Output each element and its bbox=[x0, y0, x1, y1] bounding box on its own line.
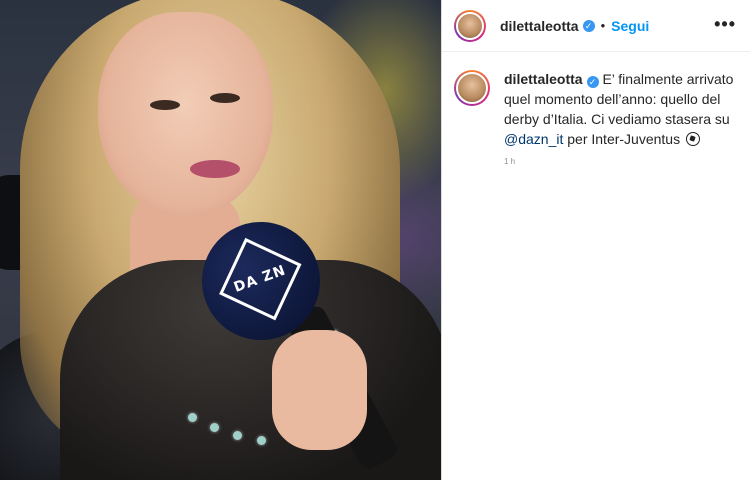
follow-button[interactable]: Segui bbox=[611, 18, 649, 34]
caption-text-part2: per Inter-Juventus bbox=[563, 131, 684, 147]
jacket-stud bbox=[188, 413, 197, 422]
jacket-stud bbox=[233, 431, 242, 440]
jacket-stud bbox=[257, 436, 266, 445]
jacket-stud bbox=[210, 423, 219, 432]
verified-badge-icon: ✓ bbox=[586, 76, 599, 88]
mention-link[interactable]: @dazn_it bbox=[504, 131, 563, 147]
right-eye bbox=[210, 93, 240, 103]
hand bbox=[272, 330, 367, 450]
caption-text: dilettaleotta ✓ E’ finalmente arrivato qu… bbox=[504, 69, 738, 149]
caption-avatar[interactable] bbox=[454, 70, 490, 106]
separator-dot: • bbox=[600, 18, 606, 33]
avatar-image bbox=[456, 72, 488, 104]
post-header: dilettaleotta ✓ • Segui ••• bbox=[442, 0, 750, 52]
verified-badge-icon: ✓ bbox=[582, 19, 595, 32]
avatar-image bbox=[456, 11, 484, 40]
post-photo[interactable]: DA ZN bbox=[0, 0, 441, 480]
timestamp: 1 h bbox=[504, 157, 516, 166]
caption-username[interactable]: dilettaleotta bbox=[504, 71, 583, 87]
dazn-logo-text: DA ZN bbox=[231, 261, 289, 296]
more-options-icon[interactable]: ••• bbox=[714, 14, 736, 35]
left-eye bbox=[150, 100, 180, 110]
dazn-logo: DA ZN bbox=[219, 237, 302, 321]
caption: dilettaleotta ✓ E’ finalmente arrivato qu… bbox=[442, 52, 750, 149]
post-sidebar: dilettaleotta ✓ • Segui ••• dilettaleott… bbox=[441, 0, 750, 480]
soccer-ball-icon bbox=[685, 132, 700, 146]
avatar[interactable] bbox=[454, 9, 486, 42]
face bbox=[98, 12, 273, 217]
lips bbox=[190, 160, 240, 178]
instagram-post: DA ZN dilettaleotta ✓ • Segui ••• dilett… bbox=[0, 0, 750, 480]
header-username[interactable]: dilettaleotta bbox=[500, 18, 579, 34]
